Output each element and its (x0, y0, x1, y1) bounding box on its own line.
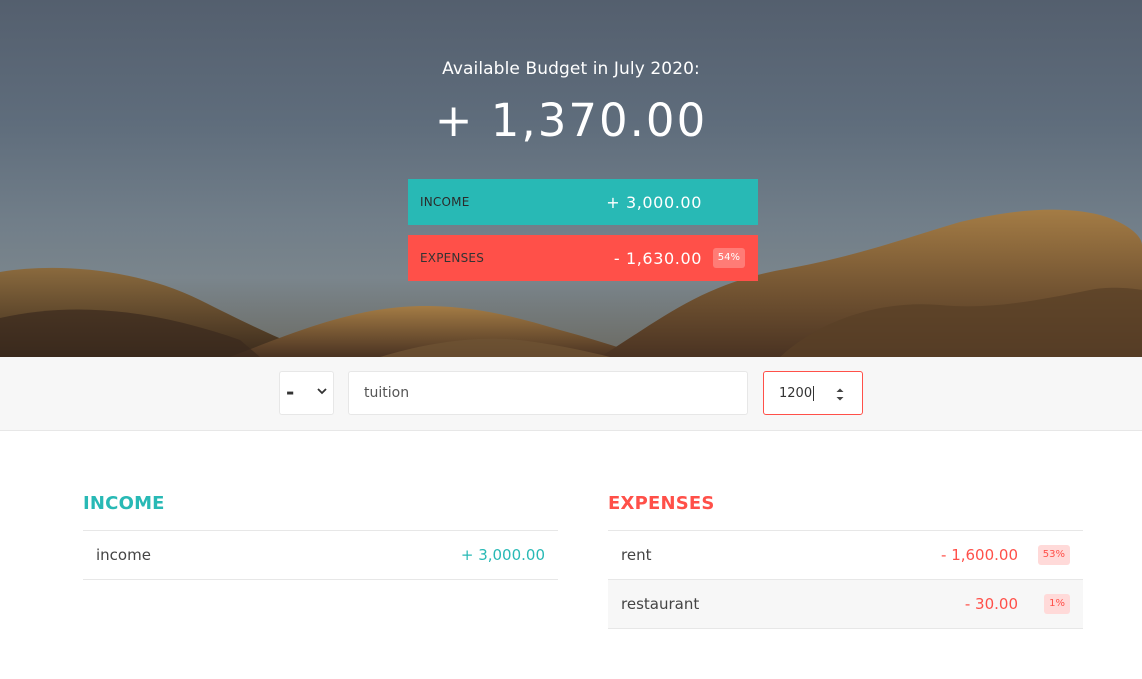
type-select-value: - (286, 380, 295, 404)
income-summary-label: INCOME (420, 195, 470, 209)
income-item-value: + 3,000.00 (460, 546, 545, 564)
expenses-summary-label: EXPENSES (420, 251, 485, 265)
amount-input[interactable]: 1200 (763, 371, 863, 415)
expenses-summary-amount: - 1,630.00 (613, 248, 702, 268)
expense-item-description: rent (621, 546, 652, 564)
available-budget-value: + 1,370.00 (434, 94, 708, 147)
spinner-arrows-icon[interactable] (833, 386, 847, 403)
add-item-bar: - 1200 (0, 357, 1142, 431)
expense-item-description: restaurant (621, 595, 700, 613)
list-item[interactable]: income + 3,000.00 (83, 531, 558, 580)
income-item-description: income (96, 546, 151, 564)
type-select[interactable]: - (279, 371, 334, 415)
budget-header: Available Budget in July 2020: + 1,370.0… (0, 0, 1142, 357)
expense-item-percentage: 1% (1044, 594, 1070, 614)
list-item[interactable]: rent - 1,600.00 53% (608, 531, 1083, 580)
expense-item-value: - 30.00 (964, 595, 1018, 613)
description-input[interactable] (348, 371, 748, 415)
budget-title: Available Budget in July 2020: (442, 59, 700, 79)
list-item[interactable]: restaurant - 30.00 1% (608, 580, 1083, 629)
expense-item-percentage: 53% (1037, 545, 1070, 565)
expense-item-value: - 1,600.00 (941, 546, 1018, 564)
income-list: income + 3,000.00 (83, 530, 558, 580)
expenses-column-title: Expenses (608, 493, 715, 514)
income-summary-amount: + 3,000.00 (606, 192, 702, 212)
expenses-summary: EXPENSES - 1,630.00 54% (408, 235, 758, 281)
amount-input-value: 1200 (779, 386, 815, 401)
income-summary: INCOME + 3,000.00 (408, 179, 758, 225)
chevron-down-icon (317, 388, 327, 395)
expenses-percentage-badge: 54% (712, 248, 745, 268)
income-column-title: Income (83, 493, 165, 514)
expenses-list: rent - 1,600.00 53% restaurant - 30.00 1… (608, 530, 1083, 629)
